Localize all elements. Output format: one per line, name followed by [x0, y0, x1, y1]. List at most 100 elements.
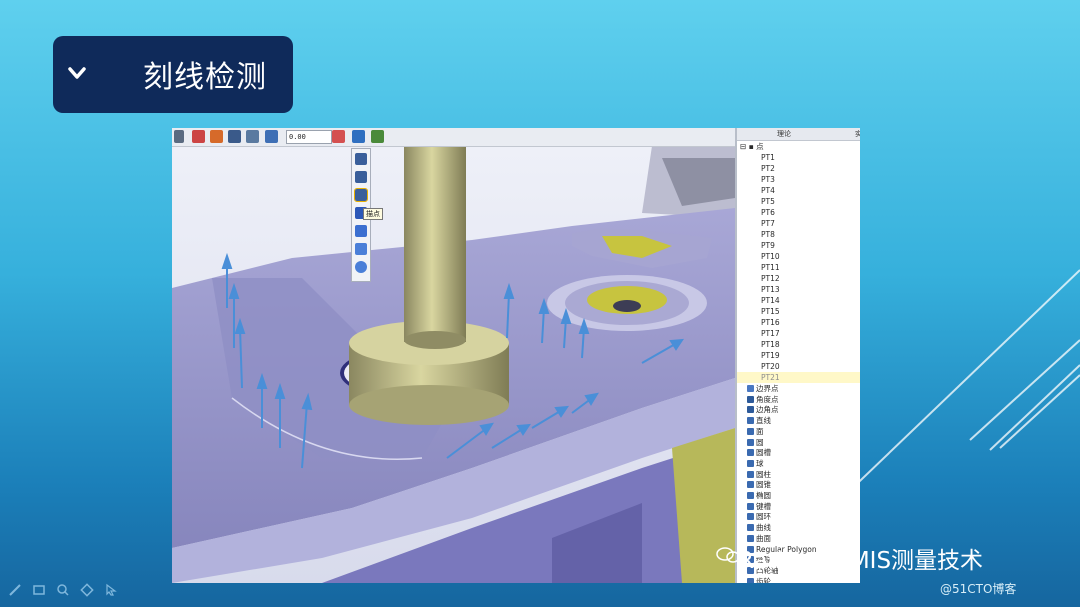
tree-point-label: PT1: [761, 153, 775, 162]
tree-point-label: PT2: [761, 164, 775, 173]
eye-icon[interactable]: [192, 130, 205, 143]
tree-header: 理论 实: [737, 128, 860, 141]
tree-feature-item[interactable]: 圆: [737, 437, 860, 448]
tree-feature-item[interactable]: 键槽: [737, 501, 860, 512]
tree-feature-item[interactable]: 直线: [737, 415, 860, 426]
rotate-icon[interactable]: [174, 130, 184, 143]
column-header-theory[interactable]: 理论: [777, 129, 791, 139]
chevron-down-icon: [68, 67, 86, 79]
tree-feature-label: 面: [756, 426, 764, 436]
pick-arc-icon[interactable]: [355, 261, 367, 273]
tree-point-item[interactable]: PT3: [737, 174, 860, 185]
measure-icon[interactable]: [371, 130, 384, 143]
tree-feature-item[interactable]: 圆环: [737, 511, 860, 522]
pick-point-icon[interactable]: [355, 153, 367, 165]
tree-feature-label: 圆环: [756, 512, 771, 522]
slide-icon[interactable]: [32, 583, 46, 597]
tree-point-item[interactable]: PT5: [737, 196, 860, 207]
tree-point-label: PT5: [761, 197, 775, 206]
feature-icon: [747, 481, 754, 489]
tree-point-item[interactable]: PT11: [737, 262, 860, 273]
tree-point-label: PT9: [761, 241, 775, 250]
cube-icon[interactable]: [352, 130, 365, 143]
select-icon[interactable]: [265, 130, 278, 143]
view-toolbar: 0.00: [172, 128, 735, 147]
tree-point-label: PT12: [761, 274, 780, 283]
tree-feature-item[interactable]: 边角点: [737, 404, 860, 415]
tolerance-input[interactable]: 0.00: [286, 130, 332, 144]
tree-point-label: PT14: [761, 296, 780, 305]
tree-point-label: PT16: [761, 318, 780, 327]
color-palette-icon[interactable]: [210, 130, 223, 143]
tree-point-item[interactable]: PT6: [737, 207, 860, 218]
feature-icon: [747, 438, 754, 446]
tree-point-item[interactable]: PT17: [737, 328, 860, 339]
tree-feature-label: 直线: [756, 416, 771, 426]
laser-icon[interactable]: [80, 583, 94, 597]
slideshow-controls: [8, 583, 128, 599]
cad-model-view[interactable]: [172, 128, 735, 583]
search-icon[interactable]: [56, 583, 70, 597]
tree-point-item[interactable]: PT2: [737, 163, 860, 174]
tree-point-item[interactable]: PT12: [737, 273, 860, 284]
pick-trace-icon[interactable]: [354, 188, 368, 202]
tree-point-item[interactable]: PT8: [737, 229, 860, 240]
wechat-icon: [716, 547, 740, 563]
tree-point-label: PT18: [761, 340, 780, 349]
tree-feature-label: 椭圆: [756, 491, 771, 500]
tree-point-label: PT6: [761, 208, 775, 217]
crosshair-icon[interactable]: [332, 130, 345, 143]
cursor-icon[interactable]: [104, 583, 118, 597]
tree-feature-item[interactable]: 角度点: [737, 394, 860, 405]
tree-point-item[interactable]: PT10: [737, 251, 860, 262]
tree-feature-item[interactable]: 圆锥: [737, 479, 860, 490]
feature-icon: [747, 459, 754, 467]
pen-icon[interactable]: [8, 583, 22, 597]
tree-point-item[interactable]: PT19: [737, 350, 860, 361]
pick-square-icon[interactable]: [355, 243, 367, 255]
tree-point-item[interactable]: PT4: [737, 185, 860, 196]
tree-feature-item[interactable]: 边界点: [737, 383, 860, 394]
tree-point-item[interactable]: PT21: [737, 372, 860, 383]
tree-feature-item[interactable]: 曲线: [737, 522, 860, 533]
column-header-actual[interactable]: 实: [855, 129, 860, 139]
tree-feature-item[interactable]: 椭圆: [737, 490, 860, 501]
tree-point-item[interactable]: PT1: [737, 152, 860, 163]
tree-point-item[interactable]: PT13: [737, 284, 860, 295]
3d-viewport[interactable]: [172, 128, 735, 583]
feature-icon: [747, 513, 754, 521]
tree-feature-item[interactable]: 面: [737, 426, 860, 437]
tree-point-item[interactable]: PT15: [737, 306, 860, 317]
feature-icon: [747, 385, 754, 392]
pick-brush-icon[interactable]: [355, 225, 367, 237]
tree-point-label: PT20: [761, 362, 780, 371]
credit-text: @51CTO博客: [940, 582, 1017, 596]
tree-point-item[interactable]: PT9: [737, 240, 860, 251]
tree-point-item[interactable]: PT14: [737, 295, 860, 306]
tree-feature-item[interactable]: 圆槽: [737, 447, 860, 458]
wireframe-icon[interactable]: [228, 130, 241, 143]
tree-feature-label: 边界点: [756, 384, 779, 393]
tree-point-item[interactable]: PT7: [737, 218, 860, 229]
tree-node-points[interactable]: ⊟ ▪ 点: [737, 141, 860, 152]
pick-vector-icon[interactable]: [355, 171, 367, 183]
tree-feature-label: 边角点: [756, 405, 779, 415]
tree-point-label: PT4: [761, 186, 775, 195]
tree-point-item[interactable]: PT16: [737, 317, 860, 328]
tree-node-label: 点: [756, 142, 764, 151]
tree-feature-label: 齿轮: [756, 576, 771, 583]
print-icon[interactable]: [246, 130, 259, 143]
tree-point-label: PT3: [761, 175, 775, 184]
feature-icon: [747, 470, 754, 478]
tree-feature-item[interactable]: 齿轮: [737, 576, 860, 583]
tree-feature-label: 角度点: [756, 394, 779, 404]
tree-point-label: PT8: [761, 230, 775, 239]
tree-point-item[interactable]: PT20: [737, 361, 860, 372]
tree-feature-item[interactable]: 球: [737, 458, 860, 469]
tree-point-label: PT17: [761, 329, 780, 338]
tooltip: 描点: [363, 208, 383, 220]
tree-feature-label: 圆锥: [756, 480, 771, 490]
tree-point-item[interactable]: PT18: [737, 339, 860, 350]
tree-feature-item[interactable]: 圆柱: [737, 469, 860, 480]
tree-point-label: PT21: [761, 373, 780, 382]
